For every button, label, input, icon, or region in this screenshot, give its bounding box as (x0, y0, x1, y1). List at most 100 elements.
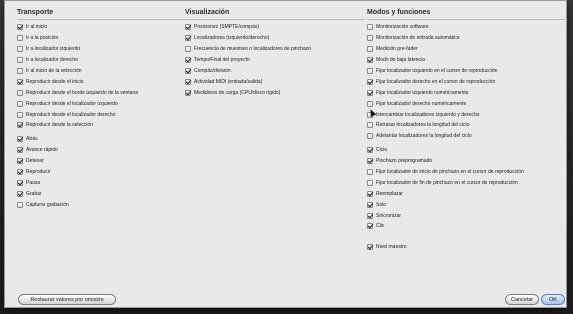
option-row[interactable]: Ir a localizador izquierdo (17, 44, 187, 55)
checkbox-checked[interactable] (185, 68, 191, 74)
option-row[interactable]: Retrasar localizadores la longitud del c… (367, 120, 567, 131)
option-row[interactable]: Localizadores (izquierdo/derecho) (185, 33, 365, 44)
option-row[interactable]: Clic (367, 221, 567, 232)
checkbox-unchecked[interactable] (367, 24, 373, 31)
checkbox-checked[interactable] (367, 223, 373, 230)
option-row[interactable]: Medición pre-fader (367, 44, 567, 55)
checkbox-checked[interactable] (17, 24, 23, 31)
option-row[interactable]: Monitorización software (367, 22, 567, 33)
option-row[interactable]: Fijar localizador izquierdo numéricament… (367, 87, 567, 98)
option-row[interactable]: Capturar grabación (17, 199, 187, 210)
checkbox-unchecked[interactable] (367, 35, 373, 42)
checkbox-unchecked[interactable] (367, 46, 373, 53)
checkbox-unchecked[interactable] (367, 179, 373, 186)
cancel-button[interactable]: Cancelar (505, 294, 539, 305)
checkbox-unchecked[interactable] (367, 68, 373, 74)
ok-button[interactable]: OK (541, 294, 565, 305)
restore-defaults-button[interactable]: Restaurar valores por omisión (18, 294, 116, 305)
checkbox-checked[interactable] (17, 147, 23, 154)
option-row[interactable]: Avance rápido (17, 145, 187, 156)
checkbox-unchecked[interactable] (17, 68, 23, 74)
checkbox-unchecked[interactable] (367, 169, 373, 176)
checkbox-unchecked[interactable] (367, 122, 373, 129)
option-row[interactable]: Frecuencia de muestreo o localizadores d… (185, 44, 365, 55)
option-row[interactable]: Ir al inicio de la selección (17, 66, 187, 77)
option-label: Grabar (26, 190, 42, 197)
checkbox-checked[interactable] (17, 190, 23, 197)
option-row[interactable]: Reproducir desde el localizador izquierd… (17, 98, 187, 109)
option-label: Posiciones (SMPTE/compás) (194, 24, 260, 31)
option-row[interactable]: Tempo/Final del proyecto (185, 55, 365, 66)
option-row[interactable]: Adelantar localizadores la longitud del … (367, 131, 567, 142)
option-row[interactable]: Pinchazo preprogramado (367, 156, 567, 167)
option-row[interactable]: Fijar localizador izquierdo en el cursor… (367, 66, 567, 77)
option-label: Reproducir (26, 169, 51, 176)
checkbox-checked[interactable] (367, 212, 373, 219)
checkbox-checked[interactable] (185, 24, 191, 31)
option-row[interactable]: Nivel maestro (367, 242, 567, 253)
option-row[interactable]: Compás/división (185, 66, 365, 77)
checkbox-checked[interactable] (185, 57, 191, 64)
option-label: Localizadores (izquierdo/derecho) (194, 35, 270, 42)
checkbox-checked[interactable] (367, 190, 373, 197)
option-row[interactable]: Ir al inicio (17, 22, 187, 33)
checkbox-checked[interactable] (17, 169, 23, 176)
checkbox-checked[interactable] (367, 57, 373, 64)
checkbox-checked[interactable] (17, 158, 23, 165)
option-label: Sincronizar (376, 212, 402, 219)
checkbox-unchecked[interactable] (367, 100, 373, 107)
transport-column: Transporte Ir al inicio Ir a la posición I… (17, 9, 187, 210)
option-row[interactable]: Sincronizar (367, 210, 567, 221)
option-row[interactable]: Modo de baja latencia (367, 55, 567, 66)
checkbox-unchecked[interactable] (185, 46, 191, 53)
option-label: Fijar localizador derecho en el cursor d… (376, 78, 496, 85)
option-row[interactable]: Solo (367, 199, 567, 210)
checkbox-checked[interactable] (367, 89, 373, 96)
checkbox-unchecked[interactable] (17, 100, 23, 107)
checkbox-unchecked[interactable] (17, 111, 23, 118)
option-row[interactable]: Reproducir desde el borde izquierdo de l… (17, 87, 187, 98)
option-row[interactable]: Grabar (17, 188, 187, 199)
checkbox-unchecked[interactable] (367, 133, 373, 140)
option-row[interactable]: Reemplazar (367, 188, 567, 199)
checkbox-checked[interactable] (17, 122, 23, 129)
option-row[interactable]: Reproducir desde el inicio (17, 76, 187, 87)
checkbox-checked[interactable] (367, 158, 373, 165)
option-row[interactable]: Reproducir desde la selección (17, 120, 187, 131)
checkbox-checked[interactable] (367, 201, 373, 208)
checkbox-checked[interactable] (185, 89, 191, 96)
option-row[interactable]: Ir a la posición (17, 33, 187, 44)
checkbox-checked[interactable] (17, 136, 23, 143)
checkbox-checked[interactable] (185, 35, 191, 42)
option-row[interactable]: Pausa (17, 177, 187, 188)
checkbox-checked[interactable] (367, 244, 373, 251)
option-label: Ir al inicio (26, 24, 48, 31)
option-row[interactable]: Medidores de carga (CPU/disco rígido) (185, 87, 365, 98)
checkbox-checked[interactable] (17, 78, 23, 85)
option-label: Reproducir desde el borde izquierdo de l… (26, 89, 139, 96)
checkbox-checked[interactable] (367, 78, 373, 85)
option-row[interactable]: Ir a localizador derecho (17, 55, 187, 66)
checkbox-checked[interactable] (185, 78, 191, 85)
checkbox-checked[interactable] (367, 147, 373, 154)
option-row[interactable]: Fijar localizador derecho en el cursor d… (367, 76, 567, 87)
option-row[interactable]: Fijar localizador de fin de pinchazo en … (367, 177, 567, 188)
checkbox-checked[interactable] (17, 179, 23, 186)
checkbox-unchecked[interactable] (17, 46, 23, 53)
checkbox-unchecked[interactable] (17, 57, 23, 64)
option-row[interactable]: Reproducir desde el localizador derecho (17, 109, 187, 120)
option-row[interactable]: Intercambiar localizadores izquierdo y d… (367, 109, 567, 120)
option-row[interactable]: Atrás (17, 134, 187, 145)
option-row[interactable]: Detener (17, 156, 187, 167)
option-row[interactable]: Actividad MIDI (entrada/salida) (185, 76, 365, 87)
checkbox-unchecked[interactable] (17, 201, 23, 208)
option-label: Fijar localizador izquierdo numéricament… (376, 89, 469, 96)
option-row[interactable]: Posiciones (SMPTE/compás) (185, 22, 365, 33)
option-row[interactable]: Monitorización de entrada automática (367, 33, 567, 44)
checkbox-unchecked[interactable] (17, 89, 23, 96)
option-row[interactable]: Fijar localizador de inicio de pinchazo … (367, 167, 567, 178)
option-row[interactable]: Fijar localizador derecho numéricamente (367, 98, 567, 109)
checkbox-unchecked[interactable] (17, 35, 23, 42)
option-row[interactable]: Ciclo (367, 145, 567, 156)
option-row[interactable]: Reproducir (17, 167, 187, 178)
